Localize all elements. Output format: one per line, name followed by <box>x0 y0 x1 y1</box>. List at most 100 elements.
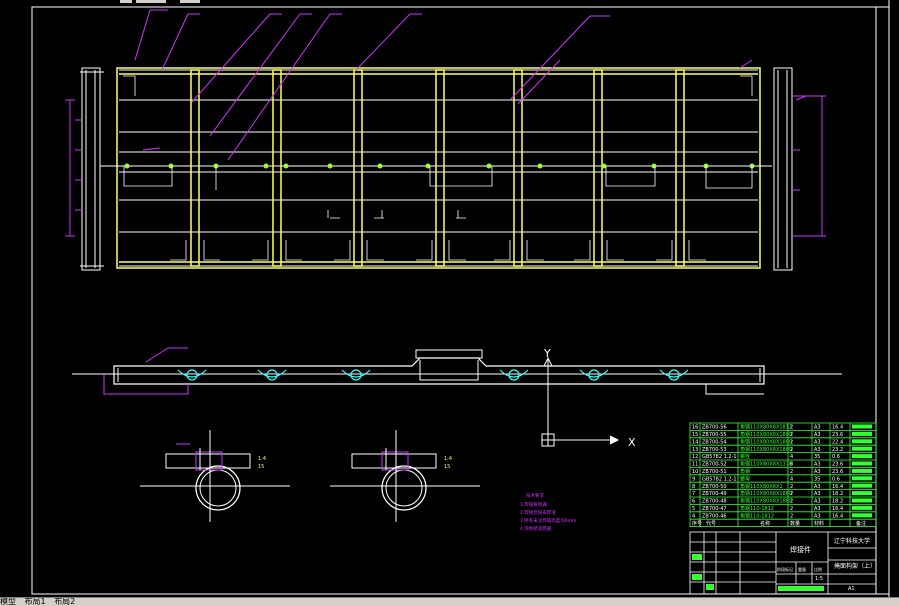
bom-cell: 23.6 <box>832 432 843 438</box>
bom-cell: 23.6 <box>832 469 843 475</box>
bom-cell: 23.6 <box>832 462 843 468</box>
bom-cell: A3 <box>814 513 821 519</box>
bom-cell: A3 <box>814 499 821 505</box>
notes-title: 技术要求 <box>526 492 544 499</box>
university-name: 辽宁科技大学 <box>834 537 870 545</box>
left-side-view <box>65 67 104 271</box>
bom-remark-mark <box>852 483 872 488</box>
bom-cell: 8 <box>790 462 793 468</box>
bom-cell: ZB700-46 <box>702 513 727 519</box>
bom-cell: A3 <box>814 462 821 468</box>
bom-cell: 4 <box>790 476 793 482</box>
bom-cell: 螺母 <box>740 475 750 482</box>
bom-cell: A3 <box>814 491 821 497</box>
bom-cell: ZB700-49 <box>702 491 727 497</box>
ratio-label: 比例 <box>814 566 822 572</box>
bom-cell: 2 <box>790 469 793 475</box>
detail-left-ratio: 1:4 <box>258 456 266 462</box>
plan-view <box>100 67 772 269</box>
bom-cell: 35 <box>814 454 820 460</box>
bom-cell: 5 <box>692 506 695 512</box>
weight-label: 重量 <box>798 566 806 572</box>
bom-cell: 2 <box>790 506 793 512</box>
bom-cell: ZB700-55 <box>702 432 727 438</box>
bom-cell: A3 <box>814 484 821 490</box>
bom-cell: 18.2 <box>832 499 843 505</box>
bom-cell: 角钢110X80X8X1880 <box>740 490 792 497</box>
detail-view-left <box>140 430 290 522</box>
bom-header-cell: 代号 <box>706 520 716 527</box>
bom-cell: 16.4 <box>832 506 843 512</box>
bom-cell: 2 <box>790 484 793 490</box>
bom-cell: 13 <box>692 447 698 453</box>
detail-left-scale: 15 <box>258 464 264 470</box>
bom-cell: 2 <box>790 432 793 438</box>
bom-table: 16 ZB700-56 角钢110X80X8X18122 A3 16.415 ZB700-… <box>689 422 877 527</box>
bom-cell: ZB700-48 <box>702 499 727 505</box>
sheet-size: A1 <box>848 586 855 592</box>
bom-remark-mark <box>852 439 872 444</box>
bom-cell: A3 <box>814 469 821 475</box>
bom-cell: 2 <box>790 499 793 505</box>
bom-cell: 0.6 <box>832 454 840 460</box>
bom-cell: ZB700-52 <box>702 462 727 468</box>
bom-cell: 4 <box>692 513 695 519</box>
bom-remark-mark <box>852 431 872 436</box>
notes-line-1: 1.焊缝要饱满 <box>520 501 547 508</box>
detail-right-ratio: 1:4 <box>444 456 452 462</box>
bom-cell: 8 <box>692 484 695 490</box>
bom-remark-mark <box>852 498 872 503</box>
bom-remark-mark <box>852 505 872 510</box>
bom-cell: 角钢110X80X8X1880 <box>740 431 792 438</box>
bom-cell: 23.2 <box>832 447 843 453</box>
elevation-view <box>72 349 842 395</box>
bom-header-cell: 材料 <box>814 520 824 527</box>
bom-cell: 18.2 <box>832 491 843 497</box>
bom-cell: 15 <box>692 432 698 438</box>
bom-cell: 角钢110X80X8X1880 <box>740 438 792 445</box>
bom-cell: 16 <box>692 425 698 431</box>
bom-cell: 6 <box>692 499 695 505</box>
bom-cell: 角钢 <box>740 468 750 475</box>
bom-cell: ZB700-53 <box>702 447 727 453</box>
bom-remark-mark <box>852 446 872 451</box>
axis-y-label: Y <box>543 347 551 360</box>
bom-cell: 角钢110-1812 <box>740 505 774 512</box>
bom-cell: 9 <box>692 476 695 482</box>
bom-remark-mark <box>852 454 872 459</box>
bom-cell: GB5782 1.2-1 <box>702 454 737 460</box>
bom-remark-mark <box>852 513 872 518</box>
bom-cell: ZB700-56 <box>702 425 727 431</box>
bom-cell: 2 <box>790 447 793 453</box>
bom-cell: ZB700-50 <box>702 484 727 490</box>
scale-value: 1:5 <box>815 576 823 582</box>
detail-view-right <box>330 430 480 522</box>
notes-line-2: 2.焊接后除去焊渣 <box>520 509 556 516</box>
bom-cell: 角钢110X80X8X1378 <box>740 461 792 468</box>
bom-cell: 7 <box>692 491 695 497</box>
bom-remark-mark <box>852 476 872 481</box>
bom-cell: 0.6 <box>832 476 840 482</box>
bom-cell: A3 <box>814 432 821 438</box>
bom-header-cell: 备注 <box>856 520 866 527</box>
bom-cell: 2 <box>790 425 793 431</box>
bom-cell: 16.4 <box>832 513 843 519</box>
notes-line-3: 3.所有未注焊缝高度均6mm <box>520 517 576 524</box>
axis-x-label: X <box>628 436 636 449</box>
bom-cell: 角钢110X80X8X1 <box>740 483 783 490</box>
cad-drawing-canvas[interactable]: Y X 1:4 15 1:4 15 技术要求 1.焊缝要饱满 2.焊接后除去焊渣… <box>0 0 899 597</box>
bom-cell: 角钢110X80X8X1812 <box>740 424 792 431</box>
bom-cell: 35 <box>814 476 820 482</box>
bom-header-cell: 数量 <box>790 520 800 527</box>
bom-remark-mark <box>852 468 872 473</box>
bom-cell: 4 <box>790 454 793 460</box>
bom-cell: 10 <box>692 469 698 475</box>
bom-cell: ZB700-47 <box>702 506 727 512</box>
bom-cell: ZB700-54 <box>702 439 727 445</box>
bom-cell: 16.4 <box>832 484 843 490</box>
bom-header-cell: 名称 <box>760 520 770 527</box>
bom-cell: A3 <box>814 425 821 431</box>
bom-cell: 16.4 <box>832 425 843 431</box>
stage-label: 阶段标记 <box>777 566 793 572</box>
bom-cell: 14 <box>692 439 698 445</box>
